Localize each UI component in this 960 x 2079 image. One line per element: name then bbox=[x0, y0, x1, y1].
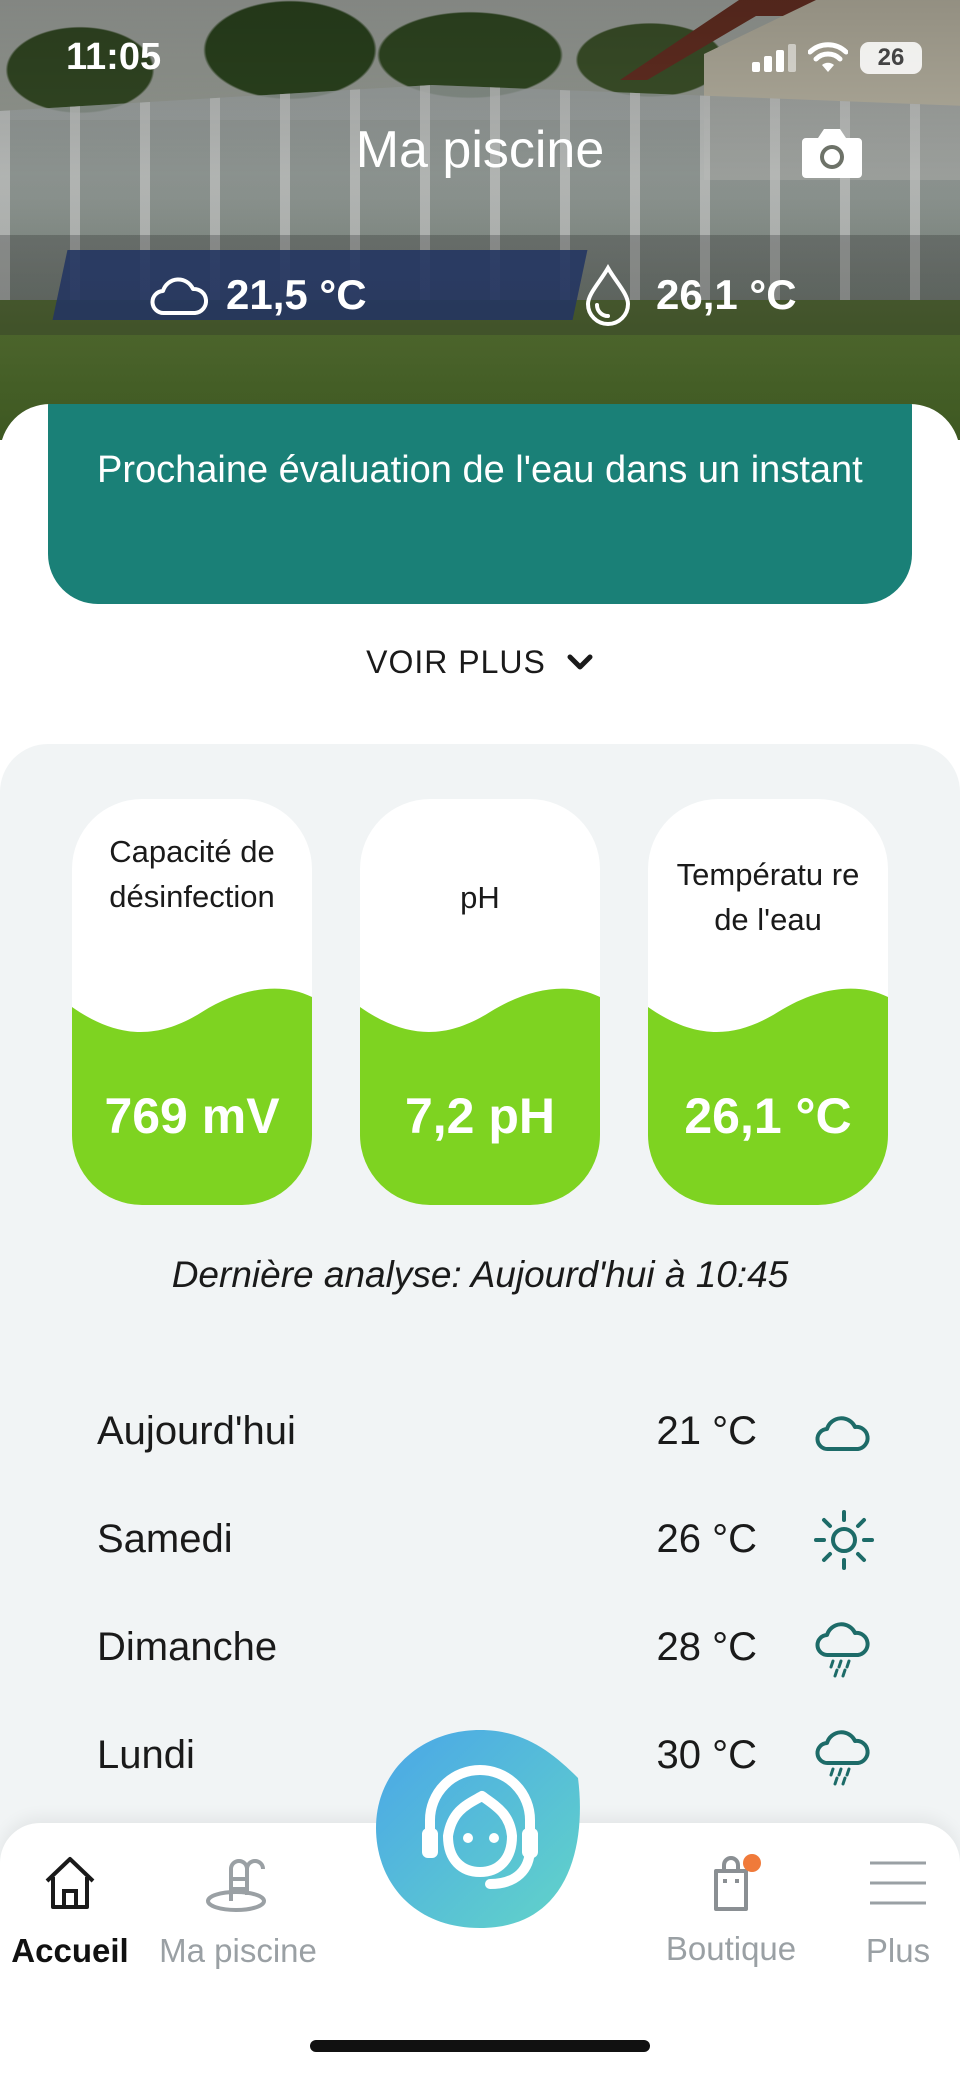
home-indicator bbox=[310, 2040, 650, 2052]
pool-ladder-icon bbox=[206, 1859, 266, 1912]
alert-message: Prochaine évaluation de l'eau dans un in… bbox=[97, 449, 863, 491]
shopping-bag-icon bbox=[714, 1854, 761, 1911]
forecast-temp: 21 °C bbox=[656, 1409, 758, 1453]
cloud-icon bbox=[815, 1416, 870, 1451]
water-temperature: 26,1 °C bbox=[584, 264, 797, 326]
tab-accueil[interactable]: Accueil bbox=[6, 1853, 134, 1970]
forecast-row: Aujourd'hui 21 °C bbox=[97, 1399, 877, 1469]
tab-label: Boutique bbox=[665, 1930, 797, 1967]
water-temperature-value: 26,1 °C bbox=[656, 271, 797, 318]
camera-icon[interactable] bbox=[800, 124, 864, 180]
air-temperature-value: 21,5 °C bbox=[226, 271, 367, 318]
forecast-day: Lundi bbox=[97, 1733, 195, 1777]
notification-badge bbox=[743, 1854, 761, 1872]
forecast-row: Samedi 26 °C bbox=[97, 1507, 877, 1577]
sun-icon bbox=[814, 1510, 874, 1570]
tab-label: Ma piscine bbox=[159, 1932, 317, 1969]
metric-value: 769 mV bbox=[104, 1088, 280, 1144]
tab-ma-piscine[interactable]: Ma piscine bbox=[148, 1853, 328, 1970]
voir-plus-button[interactable]: VOIR PLUS bbox=[0, 644, 960, 681]
metric-value: 7,2 pH bbox=[404, 1088, 556, 1144]
last-analysis-text: Dernière analyse: Aujourd'hui à 10:45 bbox=[171, 1254, 789, 1295]
rain-cloud-icon bbox=[815, 1622, 870, 1678]
tab-label: Plus bbox=[865, 1932, 931, 1969]
water-evaluation-card[interactable]: Prochaine évaluation de l'eau dans un in… bbox=[48, 404, 912, 604]
rain-cloud-icon bbox=[815, 1730, 870, 1786]
forecast-temp: 26 °C bbox=[656, 1517, 758, 1561]
tab-plus[interactable]: Plus bbox=[842, 1853, 954, 1970]
tab-label: Accueil bbox=[11, 1932, 129, 1969]
support-chat-button[interactable] bbox=[372, 1720, 588, 1936]
battery-icon: 26 bbox=[860, 42, 922, 74]
forecast-day: Dimanche bbox=[97, 1625, 278, 1669]
metric-value: 26,1 °C bbox=[684, 1088, 852, 1144]
cellular-signal-icon bbox=[752, 44, 796, 72]
status-time: 11:05 bbox=[66, 36, 162, 78]
home-icon bbox=[45, 1857, 95, 1909]
forecast-temp: 28 °C bbox=[656, 1625, 758, 1669]
voir-plus-label: VOIR PLUS bbox=[366, 644, 546, 680]
chevron-down-icon bbox=[567, 654, 593, 669]
water-drop-icon bbox=[585, 264, 631, 326]
metric-label: Capacité de désinfection bbox=[109, 834, 275, 914]
status-bar: 11:05 26 bbox=[0, 0, 960, 120]
cloud-icon bbox=[150, 277, 208, 315]
forecast-temp: 30 °C bbox=[656, 1733, 758, 1777]
wifi-icon bbox=[808, 42, 848, 72]
forecast-day: Samedi bbox=[97, 1517, 233, 1561]
metric-label: Températu re de l'eau bbox=[676, 857, 860, 937]
metric-ph[interactable]: pH 7,2 pH bbox=[360, 799, 600, 1205]
metric-water-temperature[interactable]: Températu re de l'eau 26,1 °C bbox=[648, 799, 888, 1205]
tab-boutique[interactable]: Boutique bbox=[646, 1853, 816, 1968]
forecast-day: Aujourd'hui bbox=[97, 1409, 296, 1453]
forecast-row: Dimanche 28 °C bbox=[97, 1615, 877, 1685]
metric-disinfection[interactable]: Capacité de désinfection 769 mV bbox=[72, 799, 312, 1205]
air-temperature: 21,5 °C bbox=[150, 265, 367, 325]
menu-icon bbox=[870, 1861, 926, 1905]
